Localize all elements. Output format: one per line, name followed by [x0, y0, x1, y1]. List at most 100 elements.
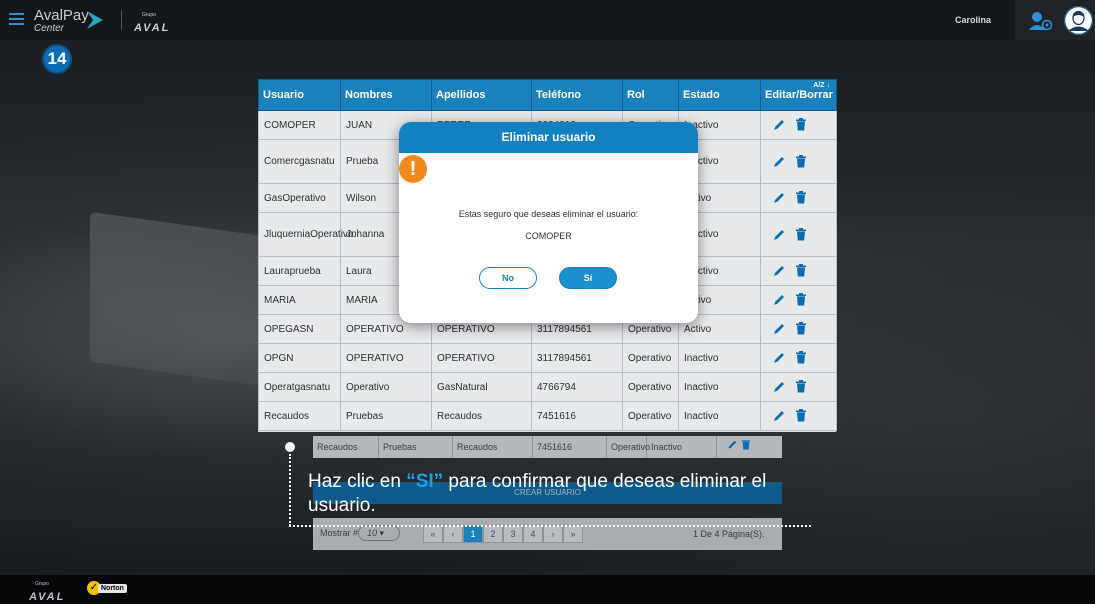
edit-pencil-icon[interactable]: [773, 191, 786, 204]
table-row: OPGN OPERATIVO OPERATIVO 3117894561 Oper…: [258, 343, 837, 373]
cell-telefono: 4766794: [531, 372, 623, 402]
modal-target-user: COMOPER: [525, 231, 572, 241]
norton-label: Norton: [98, 583, 127, 593]
edit-pencil-icon: [728, 440, 737, 449]
next-page-button[interactable]: ›: [543, 525, 563, 543]
page-3-button[interactable]: 3: [503, 525, 523, 543]
step-number-badge: 14: [42, 44, 72, 74]
cell-estado: Inactivo: [678, 401, 761, 431]
column-header-apellidos[interactable]: Apellidos: [431, 79, 532, 111]
column-header-estado[interactable]: Estado: [678, 79, 761, 111]
delete-trash-icon[interactable]: [795, 191, 807, 204]
delete-trash-icon[interactable]: [795, 409, 807, 422]
delete-trash-icon[interactable]: [795, 380, 807, 393]
avatar-person-icon: [1064, 6, 1093, 35]
page-size-select[interactable]: 10 ▾: [358, 525, 400, 541]
header-separator: [121, 10, 122, 30]
cell-actions: [760, 212, 837, 257]
delete-trash-icon[interactable]: [795, 227, 807, 241]
app-logo: AvalPay Center: [34, 8, 89, 34]
column-header-editar-borrar[interactable]: A/Z ↓ Editar/Borrar: [760, 79, 837, 111]
no-button[interactable]: No: [479, 267, 537, 289]
logo-arrow-icon: [87, 11, 103, 29]
cell-nombres: Operativo: [340, 372, 432, 402]
cell-usuario: GasOperativo: [258, 183, 341, 213]
cell-usuario: Recaudos: [258, 401, 341, 431]
edit-pencil-icon[interactable]: [773, 380, 786, 393]
group-name: AVAL: [134, 22, 171, 34]
cell-rol: Operativo: [622, 343, 679, 373]
footer-group-prefix: Grupo: [35, 581, 49, 587]
cell-actions: [760, 372, 837, 402]
page-1-button[interactable]: 1: [463, 525, 483, 543]
cell-apellidos: Recaudos: [431, 401, 532, 431]
cell-telefono: 3117894561: [531, 343, 623, 373]
edit-pencil-icon[interactable]: [773, 351, 786, 364]
ghost-cell: Recaudos: [453, 436, 533, 458]
warning-icon: !: [399, 155, 427, 183]
group-prefix: Grupo: [142, 12, 156, 18]
cell-apellidos: OPERATIVO: [431, 343, 532, 373]
cell-estado: Inactivo: [678, 343, 761, 373]
group-aval-logo: Grupo AVAL: [134, 12, 170, 36]
table-row: Recaudos Pruebas Recaudos 7451616 Operat…: [258, 401, 837, 431]
ghost-cell: Operativo: [607, 436, 650, 458]
norton-badge: ✓ Norton: [87, 581, 127, 595]
column-header-rol[interactable]: Rol: [622, 79, 679, 111]
cell-actions: [760, 110, 837, 140]
delete-trash-icon[interactable]: [795, 351, 807, 364]
menu-icon[interactable]: [9, 13, 24, 25]
footer-group-name: AVAL: [29, 591, 66, 603]
cell-rol: Operativo: [622, 372, 679, 402]
cell-usuario: Operatgasnatu: [258, 372, 341, 402]
modal-title: Eliminar usuario: [399, 122, 698, 153]
footer: Grupo AVAL ✓ Norton: [0, 575, 1095, 604]
callout-horizontal-line: [289, 525, 811, 527]
delete-trash-icon[interactable]: [795, 264, 807, 277]
last-page-button[interactable]: »: [563, 525, 583, 543]
instruction-highlight: “SI”: [406, 471, 444, 492]
column-header-telefono[interactable]: Teléfono: [531, 79, 623, 111]
delete-trash-icon[interactable]: [795, 293, 807, 306]
ghost-table-row: Recaudos Pruebas Recaudos 7451616 Operat…: [313, 436, 782, 458]
user-settings-icon[interactable]: [1029, 11, 1053, 31]
page-size-value: 10: [367, 528, 378, 538]
modal-message: Estas seguro que deseas eliminar el usua…: [458, 209, 639, 219]
delete-trash-icon[interactable]: [795, 322, 807, 335]
cell-estado: Inactivo: [678, 372, 761, 402]
delete-trash-icon[interactable]: [795, 118, 807, 131]
edit-pencil-icon[interactable]: [773, 118, 786, 131]
prev-page-button[interactable]: ‹: [443, 525, 463, 543]
edit-pencil-icon[interactable]: [773, 228, 786, 241]
cell-actions: [760, 401, 837, 431]
ghost-cell: Pruebas: [379, 436, 453, 458]
page-2-button[interactable]: 2: [483, 525, 503, 543]
avatar[interactable]: [1064, 6, 1093, 35]
edit-pencil-icon[interactable]: [773, 155, 786, 168]
first-page-button[interactable]: «: [423, 525, 443, 543]
edit-pencil-icon[interactable]: [773, 322, 786, 335]
instruction-before: Haz clic en: [308, 471, 407, 492]
cell-usuario: Lauraprueba: [258, 256, 341, 286]
table-row: Operatgasnatu Operativo GasNatural 47667…: [258, 372, 837, 402]
cell-rol: Operativo: [622, 401, 679, 431]
column-header-usuario[interactable]: Usuario: [258, 79, 341, 111]
callout-vertical-line: [289, 454, 291, 526]
cell-usuario: Comercgasnatu: [258, 139, 341, 184]
edit-pencil-icon[interactable]: [773, 264, 786, 277]
edit-pencil-icon[interactable]: [773, 293, 786, 306]
pagination-bar: Mostrar # 10 ▾ « ‹ 1 2 3 4 › » 1 De 4 Pá…: [313, 518, 782, 550]
sort-indicator[interactable]: A/Z ↓: [813, 82, 830, 89]
ghost-cell: Inactivo: [647, 436, 717, 458]
column-header-nombres[interactable]: Nombres: [340, 79, 432, 111]
page-info: 1 De 4 Página(S).: [693, 529, 765, 539]
ghost-actions: [717, 436, 782, 458]
logo-primary: AvalPay: [34, 7, 89, 24]
delete-trash-icon[interactable]: [795, 154, 807, 168]
si-button[interactable]: Sí: [559, 267, 617, 289]
user-name[interactable]: Carolina: [955, 15, 991, 25]
page-4-button[interactable]: 4: [523, 525, 543, 543]
cell-telefono: 7451616: [531, 401, 623, 431]
edit-pencil-icon[interactable]: [773, 409, 786, 422]
cell-actions: [760, 314, 837, 344]
